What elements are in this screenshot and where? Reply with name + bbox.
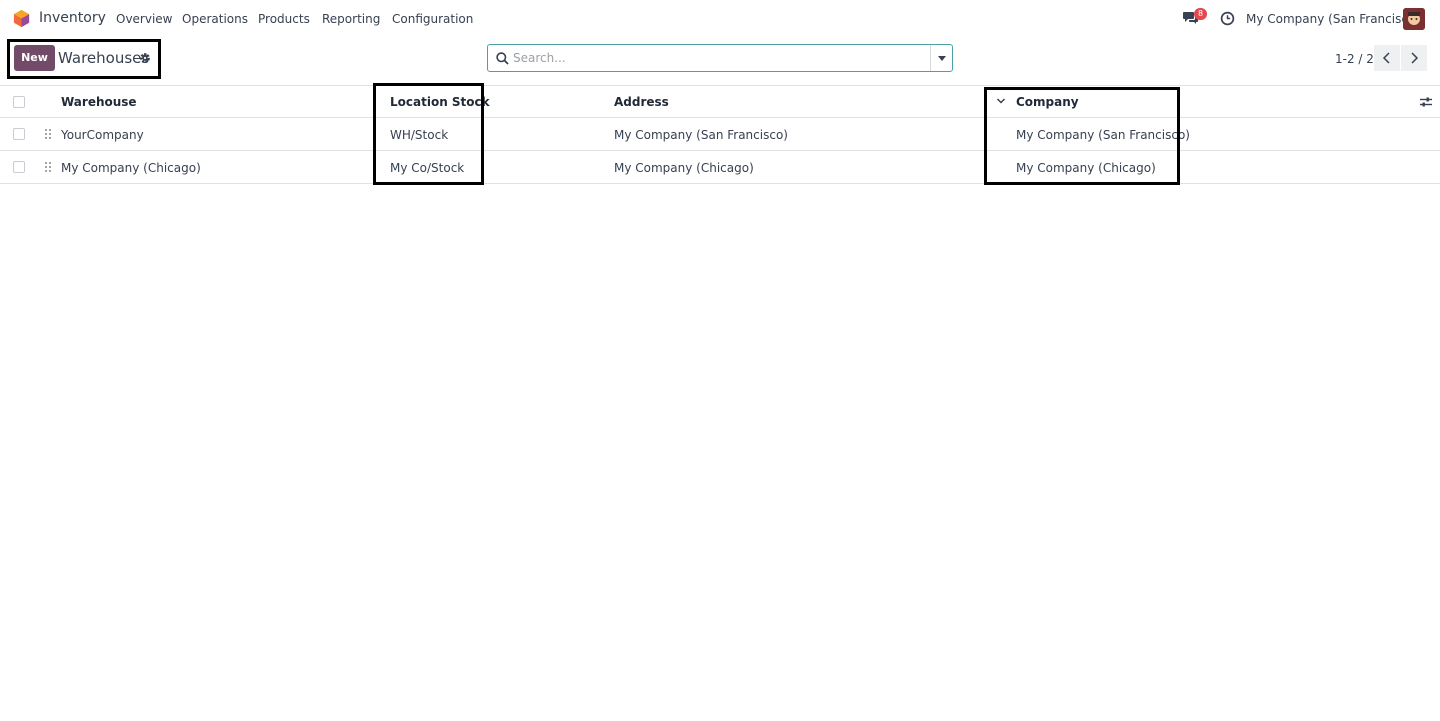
optional-columns-icon[interactable] — [1420, 96, 1432, 108]
search-bar — [487, 44, 953, 72]
chevron-down-icon[interactable] — [996, 96, 1006, 106]
user-avatar[interactable] — [1403, 8, 1425, 30]
cell-address[interactable]: My Company (Chicago) — [614, 161, 754, 175]
cell-location-stock[interactable]: My Co/Stock — [390, 161, 464, 175]
cell-location-stock[interactable]: WH/Stock — [390, 128, 448, 142]
column-header-warehouse[interactable]: Warehouse — [61, 95, 137, 109]
drag-handle-icon[interactable] — [44, 161, 52, 173]
page-title: Warehouses — [58, 49, 150, 67]
inventory-app-icon[interactable] — [12, 9, 31, 28]
pager-value[interactable]: 1-2 / 2 — [1335, 52, 1374, 66]
drag-handle-icon[interactable] — [44, 128, 52, 140]
chevron-right-icon — [1411, 52, 1419, 64]
menu-reporting[interactable]: Reporting — [322, 12, 380, 26]
new-button[interactable]: New — [14, 45, 55, 71]
company-switcher[interactable]: My Company (San Francisco) — [1246, 12, 1420, 26]
avatar-face-icon — [1403, 8, 1425, 30]
cell-warehouse[interactable]: YourCompany — [61, 128, 144, 142]
table-row[interactable]: YourCompany WH/Stock My Company (San Fra… — [0, 118, 1440, 151]
cell-address[interactable]: My Company (San Francisco) — [614, 128, 788, 142]
caret-down-icon — [938, 56, 946, 61]
pager-previous-button[interactable] — [1374, 45, 1400, 71]
menu-products[interactable]: Products — [258, 12, 310, 26]
search-input[interactable] — [513, 49, 913, 67]
top-navbar: Inventory Overview Operations Products R… — [0, 0, 1440, 37]
menu-configuration[interactable]: Configuration — [392, 12, 473, 26]
column-header-company[interactable]: Company — [1016, 95, 1079, 109]
activity-clock-icon[interactable] — [1220, 11, 1235, 26]
column-header-address[interactable]: Address — [614, 95, 669, 109]
chevron-left-icon — [1382, 52, 1390, 64]
menu-overview[interactable]: Overview — [116, 12, 173, 26]
menu-operations[interactable]: Operations — [182, 12, 248, 26]
cell-company[interactable]: My Company (Chicago) — [1016, 161, 1156, 175]
message-count-badge: 8 — [1194, 8, 1207, 20]
gear-icon[interactable] — [139, 52, 151, 64]
cell-warehouse[interactable]: My Company (Chicago) — [61, 161, 201, 175]
row-checkbox[interactable] — [13, 128, 25, 140]
search-icon — [496, 52, 509, 65]
cell-company[interactable]: My Company (San Francisco) — [1016, 128, 1190, 142]
table-header: Warehouse Location Stock Address Company — [0, 85, 1440, 118]
app-name[interactable]: Inventory — [39, 10, 106, 26]
search-options-toggle[interactable] — [930, 45, 952, 71]
row-checkbox[interactable] — [13, 161, 25, 173]
select-all-checkbox[interactable] — [13, 96, 25, 108]
column-header-location-stock[interactable]: Location Stock — [390, 95, 490, 109]
pager-next-button[interactable] — [1401, 45, 1427, 71]
table-row[interactable]: My Company (Chicago) My Co/Stock My Comp… — [0, 151, 1440, 184]
